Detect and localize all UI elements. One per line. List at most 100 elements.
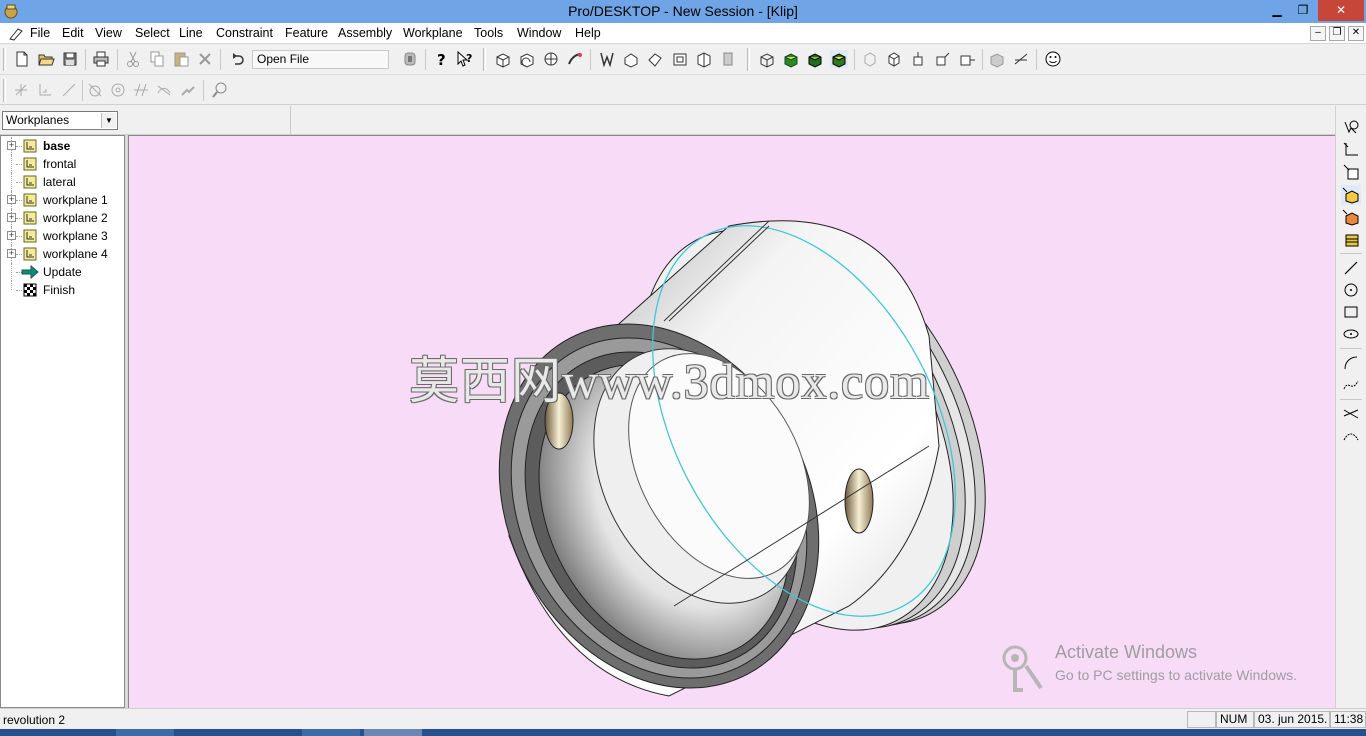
menu-view[interactable]: View [95, 26, 122, 40]
close-button[interactable]: ✕ [1318, 0, 1364, 21]
delete-icon[interactable] [196, 50, 214, 68]
view-orient-2-icon[interactable] [885, 50, 903, 68]
start-button[interactable] [0, 729, 60, 736]
expand-icon[interactable]: + [7, 195, 16, 204]
view-orient-1-icon[interactable] [861, 50, 879, 68]
piston-model[interactable] [129, 136, 1335, 708]
select-face-icon[interactable] [1341, 162, 1361, 182]
view-orient-5-icon[interactable] [958, 50, 976, 68]
view-rotate-icon[interactable] [518, 50, 536, 68]
view-orient-3-icon[interactable] [909, 50, 927, 68]
sketch-line-icon[interactable] [60, 81, 78, 99]
toolbar-grip[interactable] [3, 48, 6, 71]
select-edge-icon[interactable] [1341, 118, 1361, 138]
chevron-down-icon[interactable]: ▼ [101, 113, 116, 128]
select-corner-icon[interactable] [1341, 140, 1361, 160]
tree-item[interactable]: + base [1, 137, 125, 155]
menu-line[interactable]: Line [179, 26, 203, 40]
sketch-trim-icon[interactable] [179, 81, 197, 99]
cut-icon[interactable] [124, 50, 142, 68]
tree-item[interactable]: lateral [1, 173, 125, 191]
draw-arc-icon[interactable] [1341, 353, 1361, 373]
taskbar-app-2[interactable] [302, 729, 360, 736]
section-view-icon[interactable] [988, 50, 1006, 68]
menu-workplane[interactable]: Workplane [403, 26, 463, 40]
offset-curve-icon[interactable] [1341, 426, 1361, 446]
taskbar-app-1[interactable] [116, 729, 174, 736]
draw-rectangle-icon[interactable] [1341, 302, 1361, 322]
sketch-parallel-icon[interactable] [132, 81, 150, 99]
expand-icon[interactable]: + [7, 213, 16, 222]
menu-feature[interactable]: Feature [285, 26, 328, 40]
draw-line-icon[interactable] [1341, 258, 1361, 278]
menu-file[interactable]: File [30, 26, 50, 40]
display-shaded-edges-icon[interactable] [806, 50, 824, 68]
sketch-arc-icon[interactable] [86, 81, 104, 99]
record-icon[interactable] [401, 50, 419, 68]
draw-ellipse-icon[interactable] [1341, 324, 1361, 344]
menu-tools[interactable]: Tools [474, 26, 503, 40]
restore-button[interactable]: ❐ [1290, 0, 1316, 21]
expand-icon[interactable]: + [7, 141, 16, 150]
feature-tool-4-icon[interactable] [671, 50, 689, 68]
open-folder-icon[interactable] [37, 50, 55, 68]
mirror-view-icon[interactable] [1012, 50, 1030, 68]
feature-tool-6-icon[interactable] [719, 50, 737, 68]
sketch-point-icon[interactable] [12, 81, 30, 99]
sketch-measure-icon[interactable] [211, 81, 229, 99]
tree-item[interactable]: + workplane 4 [1, 245, 125, 263]
document-icon[interactable] [8, 26, 24, 41]
design-viewport[interactable]: 莫西网www.3dmox.com Activate Windows Go to … [128, 135, 1335, 708]
tree-item[interactable]: + workplane 1 [1, 191, 125, 209]
smiley-icon[interactable] [1044, 50, 1062, 68]
feature-tool-1-icon[interactable] [598, 50, 616, 68]
menu-assembly[interactable]: Assembly [338, 26, 392, 40]
menu-edit[interactable]: Edit [62, 26, 84, 40]
expand-icon[interactable]: + [7, 231, 16, 240]
menu-constraint[interactable]: Constraint [216, 26, 273, 40]
menu-window[interactable]: Window [517, 26, 561, 40]
browser-selector[interactable]: Workplanes ▼ [2, 111, 118, 130]
menu-select[interactable]: Select [135, 26, 170, 40]
display-enhanced-icon[interactable] [830, 50, 848, 68]
display-wireframe-icon[interactable] [758, 50, 776, 68]
save-icon[interactable] [61, 50, 79, 68]
view-normal-icon[interactable] [494, 50, 512, 68]
display-shaded-icon[interactable] [782, 50, 800, 68]
sketch-corner-icon[interactable] [36, 81, 54, 99]
new-file-icon[interactable] [13, 50, 31, 68]
trim-line-icon[interactable] [1341, 404, 1361, 424]
open-file-combo[interactable]: Open File [252, 50, 389, 69]
toolbar-grip[interactable] [3, 79, 6, 102]
context-help-icon[interactable]: ? [456, 50, 474, 68]
view-pan-icon[interactable] [566, 50, 584, 68]
select-feature-icon[interactable] [1341, 185, 1361, 205]
tree-item[interactable]: + workplane 3 [1, 227, 125, 245]
mdi-restore-button[interactable]: ❐ [1329, 26, 1345, 41]
menu-help[interactable]: Help [575, 26, 601, 40]
tree-item[interactable]: + workplane 2 [1, 209, 125, 227]
mdi-close-button[interactable]: ✕ [1348, 26, 1364, 41]
view-zoom-icon[interactable] [542, 50, 560, 68]
help-icon[interactable]: ? [432, 50, 450, 68]
paste-icon[interactable] [172, 50, 190, 68]
tree-item[interactable]: Finish [1, 281, 125, 299]
print-icon[interactable] [92, 50, 110, 68]
copy-icon[interactable] [148, 50, 166, 68]
tree-item[interactable]: Update [1, 263, 125, 281]
sketch-tangent-icon[interactable] [155, 81, 173, 99]
feature-tool-2-icon[interactable] [622, 50, 640, 68]
select-component-icon[interactable] [1341, 229, 1361, 249]
draw-spline-icon[interactable] [1341, 375, 1361, 395]
tree-item[interactable]: frontal [1, 155, 125, 173]
select-part-icon[interactable] [1341, 207, 1361, 227]
mdi-minimize-button[interactable]: – [1310, 26, 1326, 41]
expand-icon[interactable]: + [7, 249, 16, 258]
sketch-circle-icon[interactable] [109, 81, 127, 99]
taskbar-app-active[interactable] [364, 729, 422, 736]
minimize-button[interactable]: ▁ [1264, 0, 1290, 21]
view-orient-4-icon[interactable] [933, 50, 951, 68]
feature-tool-5-icon[interactable] [695, 50, 713, 68]
undo-icon[interactable] [228, 50, 246, 68]
draw-circle-icon[interactable] [1341, 280, 1361, 300]
